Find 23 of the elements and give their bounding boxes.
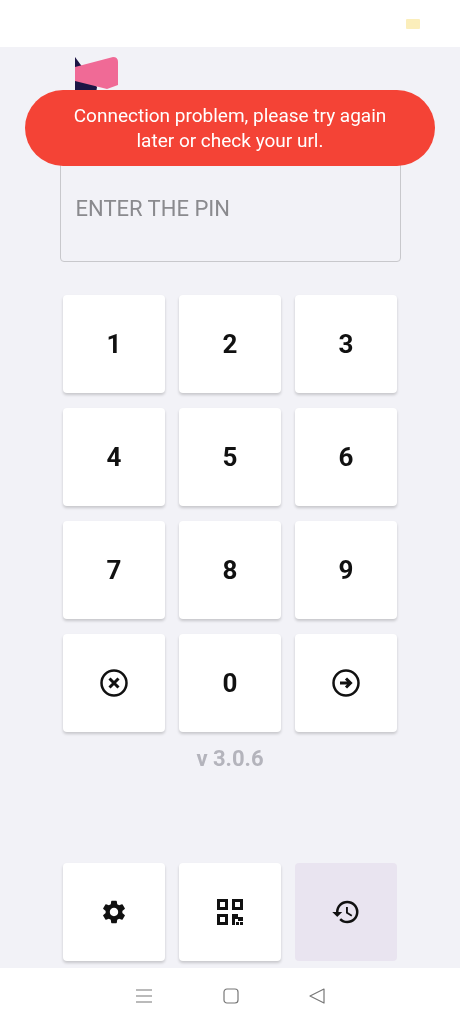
settings-icon — [100, 898, 128, 926]
arrow-right-circle-icon — [331, 668, 361, 698]
home-icon[interactable] — [223, 988, 239, 1004]
digit-key[interactable]: 6 — [295, 408, 397, 506]
digit-key[interactable]: 2 — [179, 295, 281, 393]
digit-key[interactable]: 1 — [63, 295, 165, 393]
enter-key[interactable] — [295, 634, 397, 732]
settings-button[interactable] — [63, 863, 165, 961]
digit-key[interactable]: 9 — [295, 521, 397, 619]
version-label: v 3.0.6 — [196, 745, 264, 773]
digit-key[interactable]: 8 — [179, 521, 281, 619]
digit-key[interactable]: 0 — [179, 634, 281, 732]
notification-icon — [406, 18, 420, 29]
clear-icon — [99, 668, 129, 698]
digit-key[interactable]: 5 — [179, 408, 281, 506]
error-toast: Connection problem, please try again later or check your url. — [25, 90, 435, 166]
digit-key[interactable]: 4 — [63, 408, 165, 506]
qr-code-icon — [217, 899, 243, 925]
clear-key[interactable] — [63, 634, 165, 732]
digit-key[interactable]: 7 — [63, 521, 165, 619]
back-icon[interactable] — [309, 988, 325, 1004]
qr-scan-button[interactable] — [179, 863, 281, 961]
digit-key[interactable]: 3 — [295, 295, 397, 393]
